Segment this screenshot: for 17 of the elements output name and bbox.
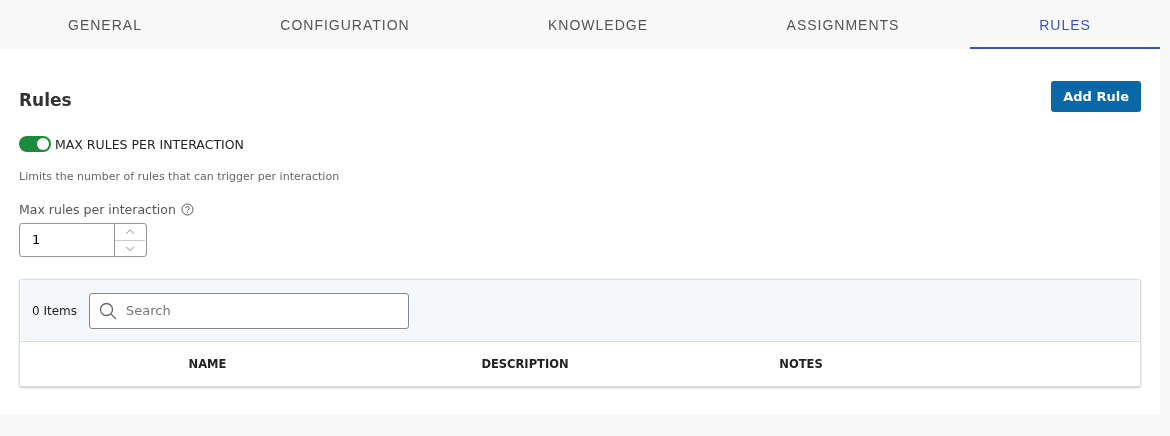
column-header[interactable]: NOTES bbox=[655, 357, 947, 371]
tab[interactable]: GENERAL bbox=[0, 0, 210, 49]
toggle-label: MAX RULES PER INTERACTION bbox=[55, 136, 244, 152]
section-title: Rules bbox=[19, 89, 72, 110]
tab[interactable]: KNOWLEDGE bbox=[480, 0, 716, 49]
tab[interactable]: CONFIGURATION bbox=[210, 0, 480, 49]
column-header[interactable]: NAME bbox=[20, 357, 395, 371]
toggle-switch[interactable] bbox=[19, 136, 51, 152]
description-text: Limits the number of rules that can trigger per interaction bbox=[19, 170, 341, 183]
field-label: Max rules per interaction bbox=[19, 202, 176, 217]
add-rule-button[interactable]: Add Rule bbox=[1051, 81, 1141, 112]
tab[interactable]: ASSIGNMENTS bbox=[716, 0, 970, 49]
item-count: 0 Items bbox=[32, 303, 78, 318]
column-header[interactable]: DESCRIPTION bbox=[395, 357, 655, 371]
search-field[interactable]: Search bbox=[89, 292, 410, 329]
search-icon bbox=[99, 301, 118, 320]
help-icon[interactable] bbox=[180, 203, 194, 216]
